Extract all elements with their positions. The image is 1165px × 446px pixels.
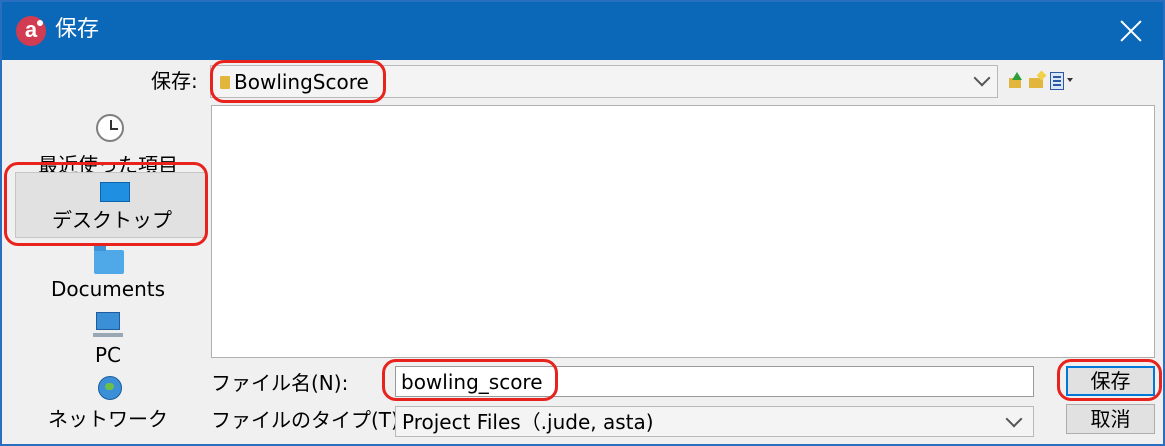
view-menu-dropdown-icon[interactable] [1067, 78, 1073, 82]
file-type-value: Project Files（.jude, asta) [402, 410, 654, 434]
chevron-down-icon [1005, 410, 1023, 428]
place-documents[interactable]: Documents [8, 246, 208, 302]
save-dialog: a 保存 保存: BowlingScore 最近使った項目 デスクトップ Doc… [0, 0, 1165, 446]
places-bar: 最近使った項目 デスクトップ Documents PC ネットワーク [8, 102, 208, 442]
file-name-label: ファイル名(N): [211, 371, 349, 395]
desktop-icon [100, 182, 130, 202]
clock-icon [96, 114, 124, 142]
place-network[interactable]: ネットワーク [8, 374, 208, 434]
computer-icon [93, 312, 123, 337]
place-label: Documents [50, 277, 166, 301]
look-in-value: BowlingScore [234, 70, 369, 94]
folder-icon [94, 246, 124, 274]
chevron-down-icon [973, 69, 991, 87]
place-pc[interactable]: PC [8, 310, 208, 370]
network-icon [98, 376, 122, 400]
place-recent-items[interactable]: 最近使った項目 [8, 112, 208, 177]
place-label: PC [94, 343, 122, 367]
window-title: 保存 [55, 17, 100, 42]
title-bar: a 保存 [2, 2, 1163, 60]
cancel-button[interactable]: 取消 [1066, 404, 1155, 434]
place-desktop[interactable]: デスクトップ [15, 172, 207, 238]
place-label: ネットワーク [48, 407, 168, 431]
new-folder-icon[interactable] [1029, 72, 1045, 90]
folder-icon [220, 76, 230, 89]
look-in-dropdown[interactable]: BowlingScore [210, 65, 998, 98]
close-icon[interactable] [1106, 8, 1156, 54]
file-name-input[interactable] [395, 366, 1034, 397]
save-button[interactable]: 保存 [1066, 366, 1155, 396]
up-folder-icon[interactable] [1009, 72, 1023, 90]
file-type-label: ファイルのタイプ(T): [211, 408, 406, 432]
file-list[interactable] [211, 105, 1155, 358]
look-in-label: 保存: [151, 69, 198, 93]
file-type-dropdown[interactable]: Project Files（.jude, asta) [395, 406, 1034, 437]
place-label: デスクトップ [52, 208, 172, 232]
app-logo-icon: a [16, 16, 46, 46]
view-menu-icon[interactable] [1050, 72, 1064, 90]
